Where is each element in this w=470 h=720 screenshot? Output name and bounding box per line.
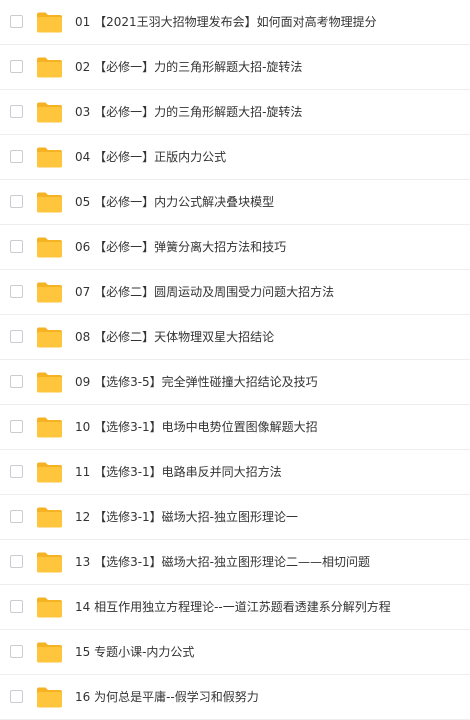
file-row[interactable]: 12 【选修3-1】磁场大招-独立图形理论一 <box>0 495 470 540</box>
file-row[interactable]: 06 【必修一】弹簧分离大招方法和技巧 <box>0 225 470 270</box>
row-checkbox[interactable] <box>10 645 23 658</box>
row-checkbox[interactable] <box>10 150 23 163</box>
folder-icon <box>37 687 62 708</box>
folder-icon <box>37 102 62 123</box>
row-checkbox[interactable] <box>10 285 23 298</box>
row-checkbox[interactable] <box>10 510 23 523</box>
file-name[interactable]: 16 为何总是平庸--假学习和假努力 <box>75 689 259 705</box>
row-checkbox[interactable] <box>10 105 23 118</box>
file-name[interactable]: 15 专题小课-内力公式 <box>75 644 194 660</box>
folder-icon <box>37 282 62 303</box>
folder-icon <box>37 372 62 393</box>
folder-icon <box>37 57 62 78</box>
file-name[interactable]: 05 【必修一】内力公式解决叠块模型 <box>75 194 274 210</box>
row-checkbox[interactable] <box>10 60 23 73</box>
file-row[interactable]: 07 【必修二】圆周运动及周围受力问题大招方法 <box>0 270 470 315</box>
file-name[interactable]: 04 【必修一】正版内力公式 <box>75 149 226 165</box>
file-row[interactable]: 16 为何总是平庸--假学习和假努力 <box>0 675 470 720</box>
file-row[interactable]: 05 【必修一】内力公式解决叠块模型 <box>0 180 470 225</box>
row-checkbox[interactable] <box>10 600 23 613</box>
folder-icon <box>37 192 62 213</box>
folder-icon <box>37 552 62 573</box>
file-name[interactable]: 02 【必修一】力的三角形解题大招-旋转法 <box>75 59 302 75</box>
file-name[interactable]: 13 【选修3-1】磁场大招-独立图形理论二——相切问题 <box>75 554 370 570</box>
file-name[interactable]: 06 【必修一】弹簧分离大招方法和技巧 <box>75 239 286 255</box>
folder-icon <box>37 237 62 258</box>
row-checkbox[interactable] <box>10 375 23 388</box>
folder-icon <box>37 597 62 618</box>
file-row[interactable]: 09 【选修3-5】完全弹性碰撞大招结论及技巧 <box>0 360 470 405</box>
file-name[interactable]: 09 【选修3-5】完全弹性碰撞大招结论及技巧 <box>75 374 318 390</box>
row-checkbox[interactable] <box>10 465 23 478</box>
row-checkbox[interactable] <box>10 195 23 208</box>
row-checkbox[interactable] <box>10 690 23 703</box>
folder-icon <box>37 462 62 483</box>
folder-icon <box>37 642 62 663</box>
file-row[interactable]: 08 【必修二】天体物理双星大招结论 <box>0 315 470 360</box>
file-row[interactable]: 10 【选修3-1】电场中电势位置图像解题大招 <box>0 405 470 450</box>
file-name[interactable]: 12 【选修3-1】磁场大招-独立图形理论一 <box>75 509 298 525</box>
file-row[interactable]: 03 【必修一】力的三角形解题大招-旋转法 <box>0 90 470 135</box>
file-name[interactable]: 10 【选修3-1】电场中电势位置图像解题大招 <box>75 419 318 435</box>
folder-icon <box>37 12 62 33</box>
file-row[interactable]: 15 专题小课-内力公式 <box>0 630 470 675</box>
folder-icon <box>37 327 62 348</box>
file-row[interactable]: 13 【选修3-1】磁场大招-独立图形理论二——相切问题 <box>0 540 470 585</box>
file-name[interactable]: 03 【必修一】力的三角形解题大招-旋转法 <box>75 104 302 120</box>
row-checkbox[interactable] <box>10 240 23 253</box>
folder-icon <box>37 417 62 438</box>
file-name[interactable]: 14 相互作用独立方程理论--一道江苏题看透建系分解列方程 <box>75 599 391 615</box>
file-row[interactable]: 14 相互作用独立方程理论--一道江苏题看透建系分解列方程 <box>0 585 470 630</box>
file-name[interactable]: 07 【必修二】圆周运动及周围受力问题大招方法 <box>75 284 334 300</box>
file-row[interactable]: 11 【选修3-1】电路串反并同大招方法 <box>0 450 470 495</box>
row-checkbox[interactable] <box>10 15 23 28</box>
folder-icon <box>37 147 62 168</box>
file-name[interactable]: 08 【必修二】天体物理双星大招结论 <box>75 329 274 345</box>
file-row[interactable]: 04 【必修一】正版内力公式 <box>0 135 470 180</box>
file-row[interactable]: 01 【2021王羽大招物理发布会】如何面对高考物理提分 <box>0 0 470 45</box>
file-name[interactable]: 01 【2021王羽大招物理发布会】如何面对高考物理提分 <box>75 14 377 30</box>
row-checkbox[interactable] <box>10 420 23 433</box>
file-list: 01 【2021王羽大招物理发布会】如何面对高考物理提分 02 【必修一】力的三角… <box>0 0 470 720</box>
folder-icon <box>37 507 62 528</box>
row-checkbox[interactable] <box>10 330 23 343</box>
file-row[interactable]: 02 【必修一】力的三角形解题大招-旋转法 <box>0 45 470 90</box>
file-name[interactable]: 11 【选修3-1】电路串反并同大招方法 <box>75 464 282 480</box>
row-checkbox[interactable] <box>10 555 23 568</box>
